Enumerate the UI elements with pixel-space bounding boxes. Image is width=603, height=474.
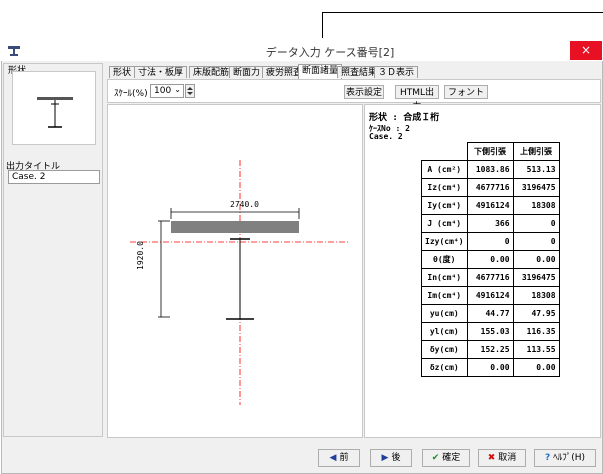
height-dimension-label: 1920.0 bbox=[136, 241, 145, 270]
cell-upper: 113.55 bbox=[512, 340, 560, 359]
help-button[interactable]: ? ﾍﾙﾌﾟ(H) bbox=[534, 449, 596, 467]
table-header-lower: 下側引張 bbox=[466, 142, 514, 161]
table-row: Im(cm⁴) 4916124 18308 bbox=[421, 286, 560, 305]
row-label: δy(cm) bbox=[421, 340, 468, 359]
cell-upper: 0.00 bbox=[512, 250, 560, 269]
app-icon bbox=[8, 46, 20, 56]
scale-spinner[interactable] bbox=[185, 84, 195, 98]
cell-upper: 0 bbox=[512, 232, 560, 251]
row-label: A (cm²) bbox=[421, 160, 468, 179]
cell-lower: 44.77 bbox=[466, 304, 514, 323]
table-row: In(cm⁴) 4677716 3196475 bbox=[421, 268, 560, 287]
display-settings-button[interactable]: 表示設定 bbox=[344, 85, 384, 99]
cancel-label: 取消 bbox=[498, 453, 517, 463]
tab-slab-rebar[interactable]: 床版配筋 bbox=[189, 66, 234, 78]
prev-label: 前 bbox=[339, 453, 349, 463]
arrow-right-icon: ▶ bbox=[381, 453, 389, 463]
cell-lower: 152.25 bbox=[466, 340, 514, 359]
font-button[interactable]: フォント bbox=[444, 85, 488, 99]
table-row: yu(cm) 44.77 47.95 bbox=[421, 304, 560, 323]
row-label: In(cm⁴) bbox=[421, 268, 468, 287]
help-question-icon: ? bbox=[544, 453, 551, 463]
close-x-icon: ✖ bbox=[487, 453, 496, 463]
row-label: δz(cm) bbox=[421, 358, 468, 377]
shape-thumbnail[interactable] bbox=[12, 71, 96, 145]
table-row: yl(cm) 155.03 116.35 bbox=[421, 322, 560, 341]
help-label: ﾍﾙﾌﾟ(H) bbox=[553, 453, 586, 463]
next-label: 後 bbox=[391, 453, 401, 463]
row-label: yl(cm) bbox=[421, 322, 468, 341]
row-label: Iz(cm⁴) bbox=[421, 178, 468, 197]
cell-upper: 116.35 bbox=[512, 322, 560, 341]
result-shape-line: 形状 : 合成Ｉ桁 bbox=[369, 113, 440, 123]
row-label: yu(cm) bbox=[421, 304, 468, 323]
table-header-blank bbox=[421, 142, 468, 161]
row-label: θ(度) bbox=[421, 250, 468, 269]
row-label: Izy(cm⁴) bbox=[421, 232, 468, 251]
cell-lower: 4916124 bbox=[466, 286, 514, 305]
cell-lower: 0.00 bbox=[466, 250, 514, 269]
cell-lower: 0.00 bbox=[466, 358, 514, 377]
table-row: δy(cm) 152.25 113.55 bbox=[421, 340, 560, 359]
width-dimension-label: 2740.0 bbox=[230, 200, 259, 209]
scale-select[interactable]: 100 ⌄ bbox=[150, 84, 184, 98]
table-header-row: 下側引張 上側引張 bbox=[421, 142, 560, 161]
spinner-arrows-icon bbox=[187, 87, 193, 95]
callout-line bbox=[322, 12, 323, 38]
table-header-upper: 上側引張 bbox=[512, 142, 560, 161]
table-row: θ(度) 0.00 0.00 bbox=[421, 250, 560, 269]
cell-lower: 366 bbox=[466, 214, 514, 233]
tab-dimensions[interactable]: 寸法・板厚 bbox=[134, 66, 188, 78]
row-label: Im(cm⁴) bbox=[421, 286, 468, 305]
output-title-input[interactable]: Case. 2 bbox=[8, 170, 100, 184]
cell-upper: 18308 bbox=[512, 286, 560, 305]
cell-upper: 47.95 bbox=[512, 304, 560, 323]
cell-lower: 1083.86 bbox=[466, 160, 514, 179]
cell-upper: 3196475 bbox=[512, 268, 560, 287]
next-button[interactable]: ▶ 後 bbox=[370, 449, 412, 467]
confirm-label: 確定 bbox=[442, 453, 461, 463]
cell-upper: 0.00 bbox=[512, 358, 560, 377]
scale-value: 100 bbox=[154, 86, 172, 96]
confirm-button[interactable]: ✔ 確定 bbox=[422, 449, 470, 467]
cell-upper: 0 bbox=[512, 214, 560, 233]
table-row: J (cm⁴) 366 0 bbox=[421, 214, 560, 233]
scale-label: ｽｹｰﾙ(%) bbox=[114, 89, 148, 99]
table-row: Izy(cm⁴) 0 0 bbox=[421, 232, 560, 251]
prev-button[interactable]: ◀ 前 bbox=[318, 449, 360, 467]
tab-section-properties[interactable]: 断面諸量 bbox=[298, 64, 343, 79]
concrete-slab bbox=[171, 221, 299, 233]
table-row: A (cm²) 1083.86 513.13 bbox=[421, 160, 560, 179]
section-properties-table: 下側引張 上側引張 A (cm²) 1083.86 513.13 Iz(cm⁴) 46… bbox=[421, 142, 560, 377]
row-label: Iy(cm⁴) bbox=[421, 196, 468, 215]
cell-upper: 513.13 bbox=[512, 160, 560, 179]
arrow-left-icon: ◀ bbox=[329, 453, 337, 463]
cell-lower: 4677716 bbox=[466, 178, 514, 197]
cell-lower: 4677716 bbox=[466, 268, 514, 287]
chevron-down-icon: ⌄ bbox=[174, 85, 181, 94]
i-girder-thumbnail-icon bbox=[37, 97, 73, 128]
cell-upper: 3196475 bbox=[512, 178, 560, 197]
tab-3d-view[interactable]: ３Ｄ表示 bbox=[374, 66, 419, 78]
close-button[interactable]: × bbox=[570, 41, 602, 60]
table-row: Iy(cm⁴) 4916124 18308 bbox=[421, 196, 560, 215]
callout-line-horizontal bbox=[322, 12, 603, 13]
section-drawing bbox=[130, 160, 350, 405]
window-title: データ入力 ケース番号[2] bbox=[265, 46, 395, 59]
row-label: J (cm⁴) bbox=[421, 214, 468, 233]
cancel-button[interactable]: ✖ 取消 bbox=[478, 449, 526, 467]
table-row: δz(cm) 0.00 0.00 bbox=[421, 358, 560, 377]
tab-shape[interactable]: 形状 bbox=[109, 66, 136, 78]
cell-lower: 155.03 bbox=[466, 322, 514, 341]
html-output-button[interactable]: HTML出力 bbox=[395, 85, 439, 112]
checkmark-icon: ✔ bbox=[431, 453, 440, 463]
cell-upper: 18308 bbox=[512, 196, 560, 215]
cell-lower: 4916124 bbox=[466, 196, 514, 215]
tab-section-force[interactable]: 断面力 bbox=[229, 66, 265, 78]
section-drawing-area bbox=[107, 104, 363, 438]
table-row: Iz(cm⁴) 4677716 3196475 bbox=[421, 178, 560, 197]
result-case-name-line: Case. 2 bbox=[369, 132, 403, 141]
cell-lower: 0 bbox=[466, 232, 514, 251]
